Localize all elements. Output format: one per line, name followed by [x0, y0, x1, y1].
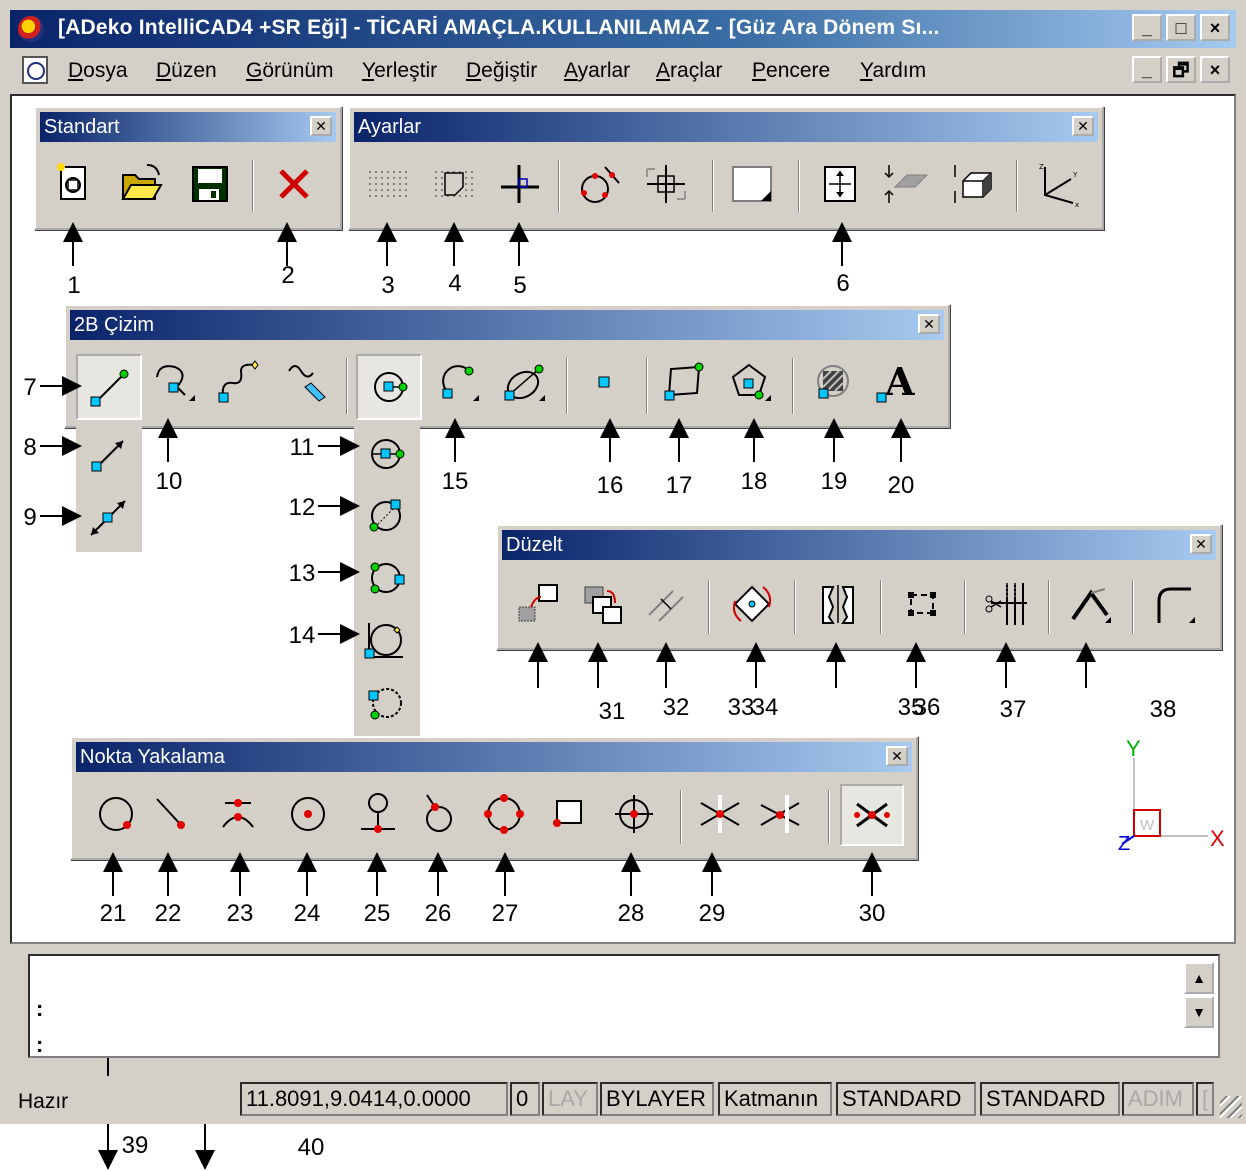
callout-11: 11: [289, 434, 315, 461]
callout-34: 34: [751, 694, 779, 721]
callout-39: 39: [121, 1132, 149, 1159]
callout-18: 18: [740, 468, 768, 495]
adim-field[interactable]: ADIM: [1122, 1082, 1194, 1116]
callout-4: 4: [448, 270, 462, 297]
coordinates-field: 11.8091,9.0414,0.0000: [240, 1082, 508, 1116]
status-ready-text: Hazır: [18, 1090, 69, 1113]
callout-36: 36: [913, 694, 941, 721]
status-bar: Hazır 11.8091,9.0414,0.0000 0 LAY BYLAYE…: [0, 1076, 1246, 1124]
callout-27: 27: [491, 900, 519, 927]
callout-2: 2: [281, 262, 295, 289]
command-prompt: :: [36, 996, 44, 1021]
callout-24: 24: [293, 900, 321, 927]
callout-1: 1: [67, 272, 81, 299]
callout-26: 26: [424, 900, 452, 927]
callout-32: 32: [662, 694, 690, 721]
callout-15: 15: [441, 468, 469, 495]
command-line[interactable]: : : ▲ ▼: [28, 954, 1220, 1058]
scroll-down-button[interactable]: ▼: [1184, 996, 1214, 1028]
callout-21: 21: [99, 900, 127, 927]
command-prompt: :: [36, 1032, 44, 1057]
extra-field[interactable]: [: [1196, 1082, 1214, 1116]
callout-10: 10: [155, 468, 183, 495]
callout-31: 31: [598, 698, 626, 725]
callout-9: 9: [23, 504, 37, 531]
callout-28: 28: [617, 900, 645, 927]
resize-grip[interactable]: [1220, 1096, 1242, 1118]
callout-20: 20: [887, 472, 915, 499]
callout-13: 13: [288, 560, 316, 587]
callout-40: 40: [297, 1134, 325, 1161]
callout-38: 38: [1149, 696, 1177, 723]
dim-style-field[interactable]: STANDARD: [980, 1082, 1120, 1116]
callout-37: 37: [999, 696, 1027, 723]
callout-8: 8: [23, 434, 37, 461]
callout-12: 12: [288, 494, 316, 521]
callout-17: 17: [665, 472, 693, 499]
scroll-up-button[interactable]: ▲: [1184, 962, 1214, 994]
callout-22: 22: [154, 900, 182, 927]
callout-3: 3: [381, 272, 395, 299]
callout-30: 30: [858, 900, 886, 927]
text-style-field[interactable]: STANDARD: [836, 1082, 976, 1116]
linetype-field[interactable]: Katmanın: [718, 1082, 832, 1116]
callout-14: 14: [288, 622, 316, 649]
callout-5: 5: [513, 272, 527, 299]
callout-7: 7: [23, 374, 37, 401]
callout-25: 25: [363, 900, 391, 927]
layer-field[interactable]: 0: [510, 1082, 540, 1116]
callout-19: 19: [820, 468, 848, 495]
callout-23: 23: [226, 900, 254, 927]
callout-29: 29: [698, 900, 726, 927]
color-field[interactable]: BYLAYER: [600, 1082, 714, 1116]
lay-field[interactable]: LAY: [542, 1082, 598, 1116]
callout-16: 16: [596, 472, 624, 499]
callout-6: 6: [836, 270, 850, 297]
